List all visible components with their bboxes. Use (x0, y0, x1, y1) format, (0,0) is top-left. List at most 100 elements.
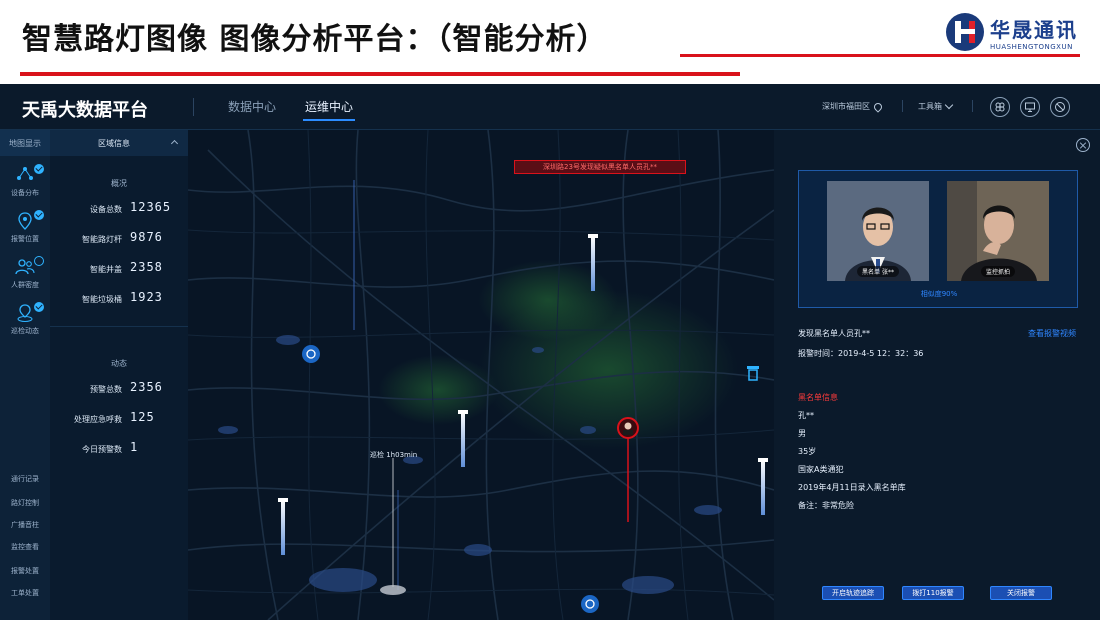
top-bar: 天禹大数据平台 数据中心 运维中心 深圳市福田区 工具箱 (0, 84, 1100, 130)
info-name: 孔** (798, 411, 814, 420)
similarity-score: 相似度90% (920, 290, 958, 298)
capture-tag: 监控抓拍 (980, 266, 1016, 277)
start-tracking-button[interactable]: 开启轨迹追踪 (822, 586, 884, 600)
stat-value: 1 (130, 440, 139, 454)
rail-item-label: 人群密度 (11, 281, 39, 289)
stat-label: 智能井盖 (90, 265, 122, 274)
stat-value: 9876 (130, 230, 163, 244)
toolbox-label: 工具箱 (918, 102, 942, 111)
stat-value: 2356 (130, 380, 163, 394)
alarm-location-icon (18, 212, 32, 230)
app-title: 天禹大数据平台 (22, 100, 148, 121)
event-title: 发现黑名单人员孔** (798, 329, 870, 338)
region-panel-header[interactable]: 区域信息 (50, 130, 188, 156)
blacklist-tag: 黑名单 张** (857, 266, 899, 277)
rail-header: 地图显示 (0, 130, 50, 156)
rail-item-device-distribution[interactable]: 设备分布 (0, 164, 50, 204)
slide-title: 智慧路灯图像 图像分析平台：（智能分析） (22, 22, 608, 57)
stat-value: 125 (130, 410, 155, 424)
monitor-icon (1025, 102, 1035, 112)
divider (972, 100, 973, 112)
call-110-button[interactable]: 拨打110报警 (902, 586, 964, 600)
rail-item-alarm-location[interactable]: 报警位置 (0, 210, 50, 250)
rail-link-alarm-handling[interactable]: 报警处置 (0, 566, 50, 576)
toolbox-dropdown[interactable]: 工具箱 (918, 100, 954, 112)
rail-link-traffic-records[interactable]: 通行记录 (0, 474, 50, 484)
divider (50, 326, 188, 327)
rail-link-broadcast[interactable]: 广播音柱 (0, 520, 50, 530)
info-entry-date: 2019年4月11日录入黑名单库 (798, 483, 906, 492)
screen-button[interactable] (1020, 97, 1040, 117)
rail-item-label: 报警位置 (11, 235, 39, 243)
location-selector[interactable]: 深圳市福田区 (822, 100, 884, 113)
logo-name: 华晟通讯 (990, 17, 1078, 42)
stat-label: 设备总数 (90, 205, 122, 214)
camera-marker-icon (302, 345, 320, 363)
rail-link-work-orders[interactable]: 工单处置 (0, 588, 50, 598)
rail-item-patrol-dynamic[interactable]: 巡检动态 (0, 302, 50, 342)
chevron-up-icon (170, 139, 179, 148)
blacklist-info-title: 黑名单信息 (798, 393, 838, 402)
crowd-density-icon (15, 259, 35, 275)
rail-item-label: 设备分布 (11, 189, 39, 197)
stat-label: 今日预警数 (82, 445, 122, 454)
close-alarm-button[interactable]: 关闭报警 (990, 586, 1052, 600)
app-screenshot: 天禹大数据平台 数据中心 运维中心 深圳市福田区 工具箱 地图显示 设备分布 报… (0, 84, 1100, 620)
location-label: 深圳市福田区 (822, 102, 870, 111)
logo-mark-icon (946, 13, 984, 51)
stat-label: 处理应急呼救 (74, 415, 122, 424)
modules-icon (995, 102, 1005, 112)
left-rail: 地图显示 设备分布 报警位置 人群密度 巡检动态 通行记录 路灯控制 广播音柱 … (0, 130, 50, 620)
stat-label: 预警总数 (90, 385, 122, 394)
map-canvas (188, 130, 774, 620)
header-rule (680, 54, 1080, 57)
stat-label: 智能垃圾桶 (82, 295, 122, 304)
stat-value: 12365 (130, 200, 172, 214)
blacklist-photo: 黑名单 张** (827, 181, 929, 281)
alarm-detail-panel: 黑名单 张** 监控抓拍 相似度90% 发现黑名单人员孔** 查看报警视频 报警… (774, 130, 1100, 620)
modules-button[interactable] (990, 97, 1010, 117)
rail-item-label: 巡检动态 (11, 327, 39, 335)
patrol-label: 巡检 1h03min (370, 451, 418, 459)
event-time: 报警时间：2019-4-5 12：32：36 (798, 349, 924, 358)
patrol-dynamic-icon (17, 304, 33, 322)
info-remark: 备注：非常危险 (798, 501, 854, 510)
divider (193, 98, 194, 116)
rail-link-surveillance[interactable]: 监控查看 (0, 542, 50, 552)
stat-value: 2358 (130, 260, 163, 274)
company-logo: 华晟通讯 HUASHENGTONGXUN (946, 10, 1096, 54)
city-map[interactable]: 深圳路23号发现疑似黑名单人员孔** 巡检 1h03min (188, 130, 774, 620)
device-distribution-icon (17, 167, 33, 180)
region-panel: 区域信息 概况 设备总数 12365 智能路灯杆 9876 智能井盖 2358 … (50, 130, 188, 620)
camera-marker-icon (581, 595, 599, 613)
close-icon[interactable] (1076, 138, 1090, 152)
dynamic-title: 动态 (111, 359, 127, 368)
info-category: 国家A类通犯 (798, 465, 844, 474)
face-compare-box: 黑名单 张** 监控抓拍 相似度90% (798, 170, 1078, 308)
overview-title: 概况 (111, 179, 127, 188)
logo-name-en: HUASHENGTONGXUN (990, 42, 1073, 51)
info-gender: 男 (798, 429, 806, 438)
slide: 智慧路灯图像 图像分析平台：（智能分析） 华晟通讯 HUASHENGTONGXU… (0, 0, 1100, 620)
info-age: 35岁 (798, 447, 817, 456)
camera-capture-photo: 监控抓拍 (947, 181, 1049, 281)
alarm-banner[interactable]: 深圳路23号发现疑似黑名单人员孔** (514, 160, 686, 174)
divider (902, 100, 903, 112)
checked-icon (34, 164, 44, 174)
region-panel-title: 区域信息 (98, 139, 130, 148)
ban-icon (1055, 102, 1065, 112)
power-button[interactable] (1050, 97, 1070, 117)
checked-icon (34, 302, 44, 312)
view-alarm-video-link[interactable]: 查看报警视频 (1028, 328, 1076, 339)
stat-label: 智能路灯杆 (82, 235, 122, 244)
checked-icon (34, 210, 44, 220)
rail-item-crowd-density[interactable]: 人群密度 (0, 256, 50, 296)
tab-ops-center[interactable]: 运维中心 (302, 98, 356, 121)
rail-link-streetlight-control[interactable]: 路灯控制 (0, 498, 50, 508)
unchecked-icon (34, 256, 44, 266)
location-pin-icon (872, 100, 884, 113)
tab-data-center[interactable]: 数据中心 (228, 98, 276, 115)
chevron-down-icon (944, 100, 954, 110)
title-underline (20, 72, 740, 76)
stat-value: 1923 (130, 290, 163, 304)
